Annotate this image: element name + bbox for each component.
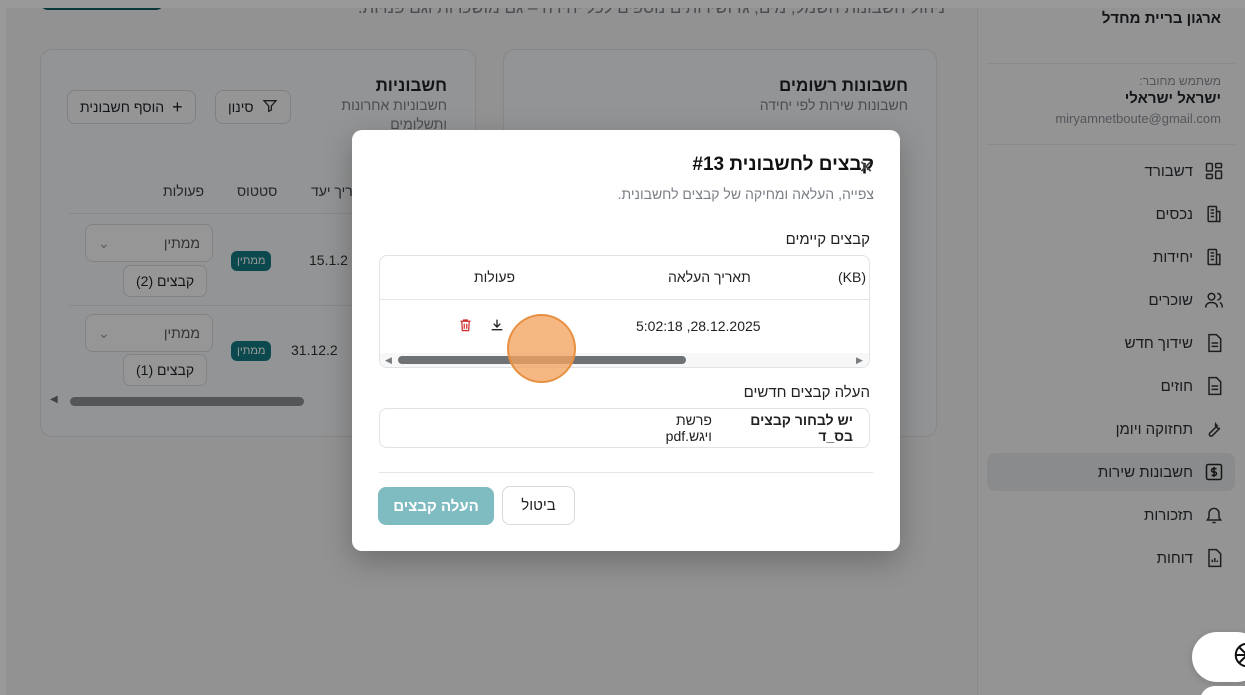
- dialog-title: קבצים לחשבונית #13: [692, 154, 874, 175]
- table-header: (KB) תאריך העלאה פעולות: [380, 256, 869, 300]
- assistant-bubble[interactable]: [1192, 632, 1245, 682]
- upload-files-button[interactable]: העלה קבצים: [378, 487, 494, 525]
- download-icon[interactable]: [488, 316, 506, 334]
- dialog-divider: [379, 472, 873, 473]
- existing-files-table: (KB) תאריך העלאה פעולות 5:02:18 ,28.12.2…: [379, 255, 870, 368]
- choose-files-button[interactable]: יש לבחור קבצים בס_ד: [712, 412, 853, 444]
- assistant-icon: [1232, 640, 1245, 675]
- file-input[interactable]: יש לבחור קבצים בס_ד פרשת ויגש.pdf: [379, 408, 870, 448]
- col-size: (KB): [838, 269, 867, 285]
- upload-date-cell: 5:02:18 ,28.12.2025: [636, 318, 761, 334]
- col-actions: פעולות: [474, 269, 516, 285]
- scroll-left-arrow[interactable]: ◀: [385, 355, 392, 366]
- assistant-bubble-secondary[interactable]: [1200, 686, 1245, 695]
- selected-file-name: פרשת ויגש.pdf: [665, 412, 712, 444]
- col-upload-date: תאריך העלאה: [668, 269, 751, 285]
- scroll-right-arrow[interactable]: ▶: [856, 355, 863, 366]
- upload-new-label: העלה קבצים חדשים: [743, 384, 870, 401]
- trash-icon[interactable]: [456, 316, 474, 334]
- existing-files-label: קבצים קיימים: [785, 231, 870, 248]
- invoice-files-dialog: קבצים לחשבונית #13 צפייה, העלאה ומחיקה ש…: [352, 130, 900, 551]
- cancel-button[interactable]: ביטול: [502, 486, 575, 525]
- touch-indicator: [507, 314, 576, 383]
- dialog-description: צפייה, העלאה ומחיקה של קבצים לחשבונית.: [617, 186, 874, 202]
- horizontal-scrollbar[interactable]: ◀ ▶: [380, 353, 869, 367]
- close-icon[interactable]: ✕: [855, 156, 877, 178]
